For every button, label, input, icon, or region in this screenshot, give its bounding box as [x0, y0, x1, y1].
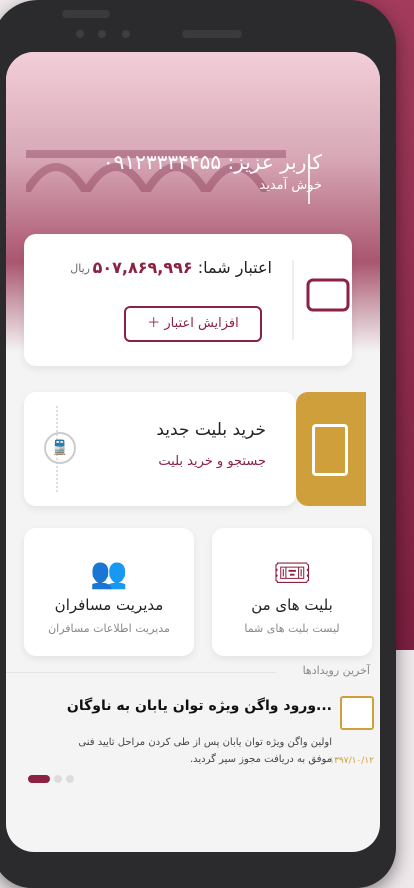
welcome-text: خوش آمدید	[259, 178, 322, 193]
sensor-dot	[122, 30, 130, 38]
balance-amount: ۵۰۷,۸۶۹,۹۹۶	[92, 258, 193, 277]
speaker-slot	[62, 10, 110, 18]
increase-credit-button[interactable]: ＋ افزایش اعتبار	[124, 306, 262, 342]
inactive-dot	[66, 774, 74, 783]
balance-card: اعتبار شما: ۵۰۷,۸۶۹,۹۹۶ ریال ＋ افزایش اع…	[24, 234, 352, 366]
tile-title: مدیریت مسافران	[54, 596, 164, 614]
balance-label: اعتبار شما:	[197, 258, 272, 277]
buy-ticket-title: خرید بلیت جدید	[156, 420, 266, 440]
welcome-block: کاربر عزیز: ۰۹۱۲۳۳۳۴۴۵۵ خوش آمدید	[103, 150, 322, 193]
my-tickets-tile[interactable]: 🎟 بلیت های من لیست بلیت های شما	[212, 528, 372, 656]
user-greeting: کاربر عزیز: ۰۹۱۲۳۳۳۴۴۵۵	[102, 150, 322, 174]
events-section-label: آخرین رویدادها	[302, 664, 370, 677]
passengers-icon: 👥	[90, 556, 128, 591]
buy-ticket-subtitle: جستجو و خرید بلیت	[158, 454, 266, 469]
app-screen: کاربر عزیز: ۰۹۱۲۳۳۳۴۴۵۵ خوش آمدید اعتبار…	[6, 52, 380, 852]
camera-dot	[98, 30, 106, 38]
tile-subtitle: مدیریت اطلاعات مسافران	[48, 622, 170, 635]
ticket-stub[interactable]	[296, 392, 366, 506]
news-body: اولین واگن ویژه توان یابان پس از طی کردن…	[78, 737, 332, 765]
manage-passengers-tile[interactable]: 👥 مدیریت مسافران مدیریت اطلاعات مسافران	[24, 528, 194, 656]
buy-ticket-card[interactable]: 🚆 خرید بلیت جدید جستجو و خرید بلیت	[24, 392, 296, 506]
sensor-dot	[76, 30, 84, 38]
speaker-grille	[182, 30, 242, 38]
tile-subtitle: لیست بلیت های شما	[244, 622, 340, 635]
tickets-icon: 🎟	[272, 556, 312, 591]
increase-credit-label: افزایش اعتبار	[164, 316, 239, 331]
calendar-icon	[340, 696, 374, 730]
carousel-indicator[interactable]	[28, 768, 74, 787]
active-dot	[28, 774, 50, 783]
ticket-icon	[312, 424, 348, 476]
news-title[interactable]: ورود واگن ویژه توان یابان به ناوگان...	[67, 698, 332, 714]
inactive-dot	[54, 774, 62, 783]
news-date: ۱۳۹۷/۱۰/۱۲	[329, 756, 374, 766]
currency-unit: ریال	[70, 262, 90, 275]
tile-title: بلیت های من	[251, 596, 333, 614]
plus-icon: ＋	[147, 316, 161, 331]
train-icon: 🚆	[44, 432, 76, 464]
phone-frame: کاربر عزیز: ۰۹۱۲۳۳۳۴۴۵۵ خوش آمدید اعتبار…	[0, 0, 396, 888]
wallet-icon	[290, 234, 352, 366]
events-divider	[6, 672, 276, 673]
balance-line: اعتبار شما: ۵۰۷,۸۶۹,۹۹۶	[93, 258, 272, 277]
